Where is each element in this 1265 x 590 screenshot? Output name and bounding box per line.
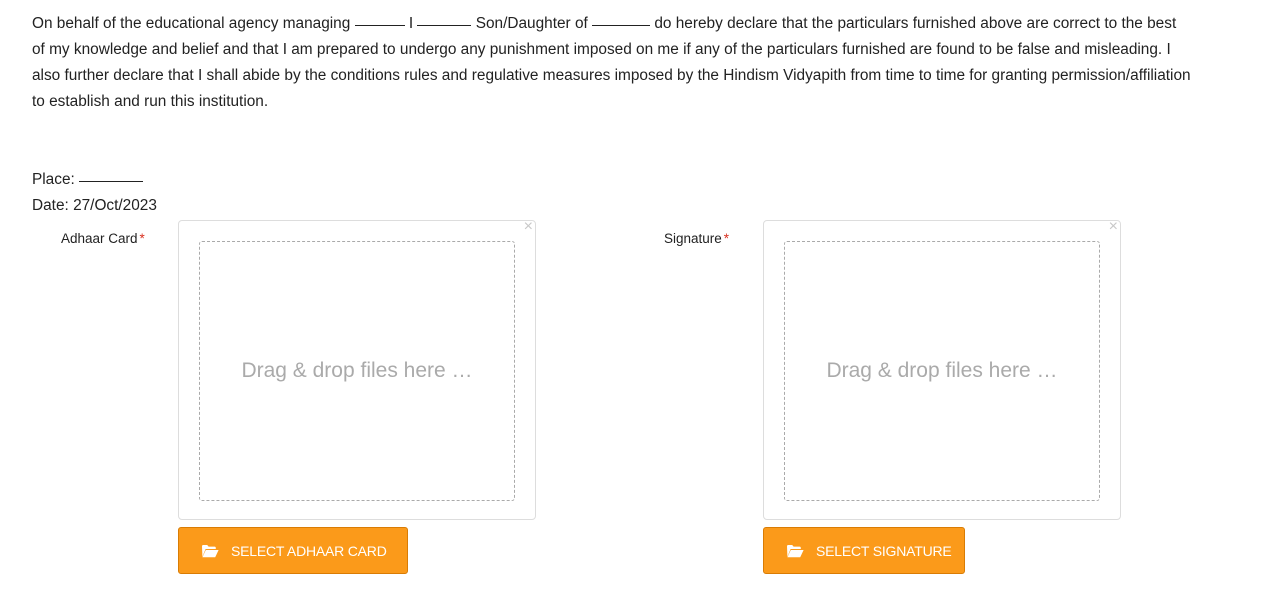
signature-upload-box: × Drag & drop files here …	[763, 219, 1121, 520]
date-value: 27/Oct/2023	[73, 197, 157, 214]
select-signature-button[interactable]: Select Signature	[763, 527, 965, 574]
select-adhaar-card-button-label: Select Adhaar Card	[231, 542, 387, 559]
signature-label: Signature *	[664, 230, 729, 248]
adhaar-card-drop-zone[interactable]: Drag & drop files here …	[199, 241, 515, 501]
declaration-part-1: On behalf of the educational agency mana…	[32, 15, 355, 32]
drop-zone-text: Drag & drop files here …	[826, 359, 1058, 382]
select-signature-button-label: Select Signature	[816, 542, 952, 559]
adhaar-card-upload-box: × Drag & drop files here …	[178, 219, 536, 520]
name-blank	[417, 24, 472, 26]
date-line: Date: 27/Oct/2023	[32, 195, 157, 217]
adhaar-card-label-text: Adhaar Card	[61, 231, 138, 246]
date-label: Date:	[32, 197, 74, 214]
required-marker: *	[139, 231, 145, 246]
close-icon[interactable]: ×	[1109, 219, 1118, 235]
folder-open-icon	[787, 544, 804, 557]
declaration-part-3: Son/Daughter of	[471, 15, 593, 32]
adhaar-card-label: Adhaar Card *	[61, 230, 145, 248]
declaration-part-2: I	[404, 15, 418, 32]
place-label: Place:	[32, 171, 80, 188]
parent-blank	[592, 24, 651, 26]
drop-zone-text: Drag & drop files here …	[241, 359, 473, 382]
place-line: Place:	[32, 169, 144, 191]
close-icon[interactable]: ×	[524, 219, 533, 235]
folder-open-icon	[202, 544, 219, 557]
signature-drop-zone[interactable]: Drag & drop files here …	[784, 241, 1100, 501]
required-marker: *	[723, 231, 730, 246]
signature-label-text: Signature	[664, 231, 722, 246]
place-blank	[79, 180, 144, 182]
select-adhaar-card-button[interactable]: Select Adhaar Card	[178, 527, 408, 574]
declaration-text: On behalf of the educational agency mana…	[32, 11, 1192, 115]
agency-blank	[354, 24, 405, 26]
